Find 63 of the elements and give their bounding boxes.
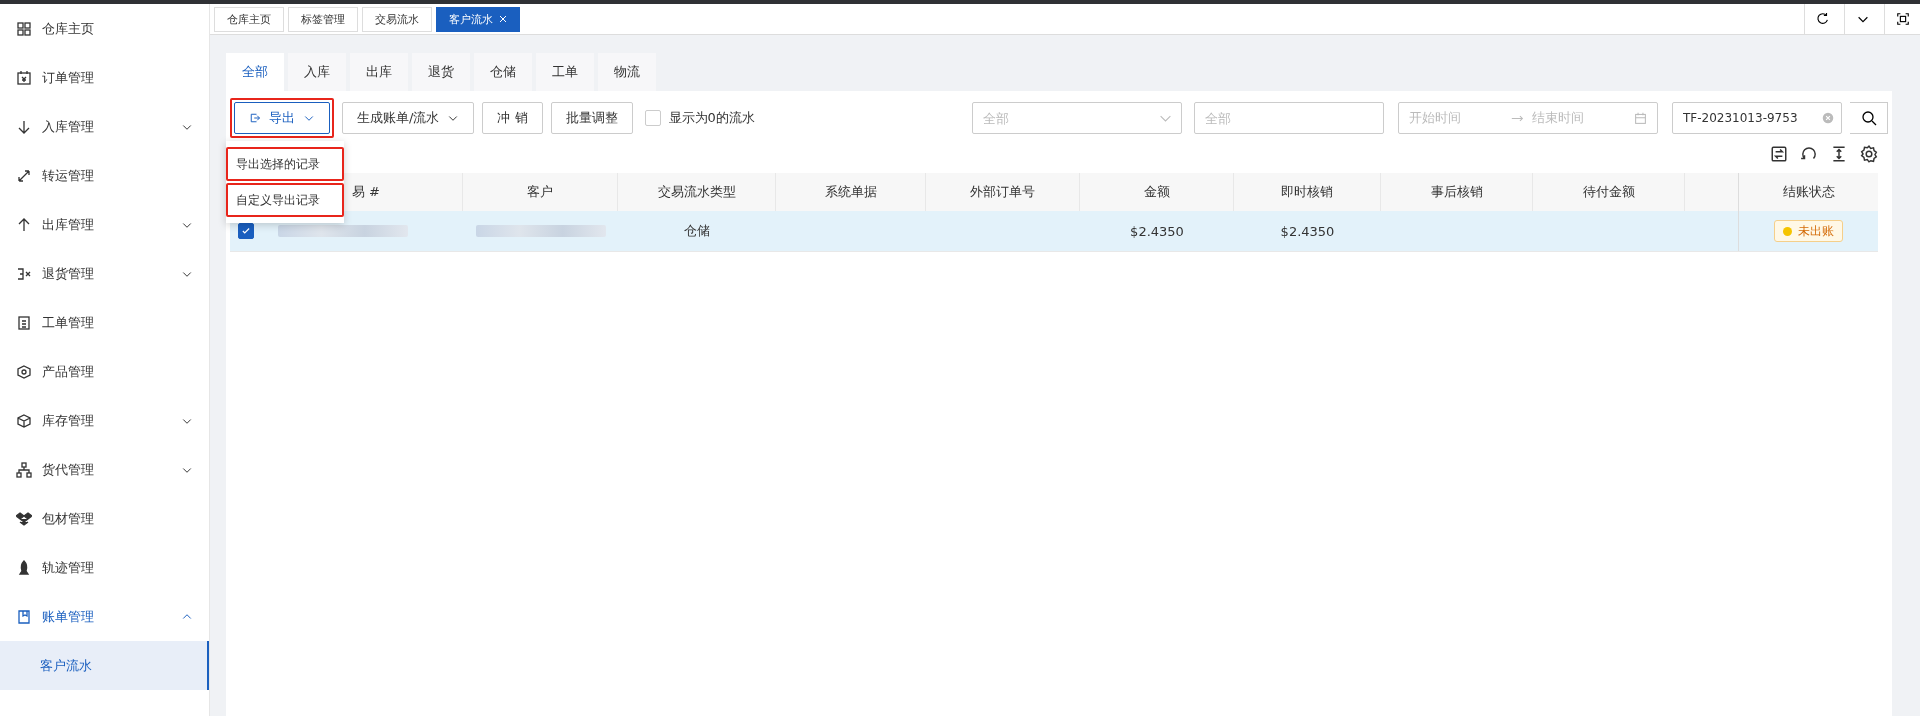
toolbar-button[interactable]: 批量调整 [550,102,633,134]
sidebar-item[interactable]: 货代管理 [0,445,209,494]
check-icon [241,226,251,236]
arrow-down-icon [16,118,32,135]
toolbar-button[interactable]: 冲 销 [482,102,543,134]
page-tab[interactable]: 仓库主页 [214,6,284,32]
page-tab[interactable]: 交易流水 [362,6,432,32]
sidebar-item[interactable]: 转运管理 [0,151,209,200]
page-tab[interactable]: 标签管理 [288,6,358,32]
fullscreen-icon[interactable] [1895,12,1910,26]
toolbar-button[interactable]: 生成账单/流水 [342,102,475,134]
sidebar-item[interactable]: 轨迹管理 [0,543,209,592]
sidebar-item[interactable]: 订单管理 [0,53,209,102]
refresh-icon[interactable] [1815,12,1830,26]
box-icon [16,412,32,429]
clear-icon [1822,112,1834,124]
swap-icon[interactable] [1770,145,1788,163]
page-tab[interactable]: 客户流水 [436,6,520,32]
category-tab[interactable]: 退货 [412,53,470,91]
search-field[interactable]: TF-20231013-9753 [1672,102,1842,134]
return-icon [16,265,32,282]
sidebar-item[interactable]: 入库管理 [0,102,209,151]
sidebar-item[interactable]: 出库管理 [0,200,209,249]
table-cell-text: $2.4350 [1279,222,1336,241]
calendar-icon [16,69,32,86]
document-icon [16,314,32,331]
input-field[interactable]: 全部 [1194,102,1384,134]
export-button[interactable]: 导出 [234,102,330,134]
category-tab[interactable]: 全部 [226,53,284,91]
hierarchy-icon [16,461,32,478]
row-height-icon[interactable] [1830,145,1848,163]
sidebar-item[interactable]: 仓库主页 [0,4,209,53]
checkbox-label: 显示为0的流水 [668,109,755,127]
sidebar-item[interactable]: 账单管理 [0,592,209,641]
arrow-up-icon [16,216,32,233]
select-field[interactable]: 全部 [972,102,1182,134]
table-cell-text: 仓储 [683,222,711,240]
package-icon [16,510,32,527]
category-tab[interactable]: 仓储 [474,53,532,91]
category-tab[interactable]: 物流 [598,53,656,91]
table-cell-text: $2.4350 [1129,222,1185,241]
export-icon [249,112,261,124]
category-tab[interactable]: 工单 [536,53,594,91]
bookmark-icon [16,608,32,625]
status-tag: 未出账 [1774,220,1843,242]
sidebar-subitem[interactable]: 客户流水 [0,641,209,690]
table-row[interactable]: 仓储 $2.4350 $2.4350 未出账 [230,211,1878,252]
settings-icon[interactable] [1860,145,1878,163]
checkbox[interactable] [238,223,254,239]
diagonal-arrows-icon [16,167,32,184]
category-tab[interactable]: 入库 [288,53,346,91]
search-icon[interactable] [1860,110,1877,126]
cube-icon [16,363,32,380]
sidebar-item[interactable]: 库存管理 [0,396,209,445]
sidebar-item[interactable]: 包材管理 [0,494,209,543]
sidebar-item[interactable]: 工单管理 [0,298,209,347]
sidebar-item[interactable]: 产品管理 [0,347,209,396]
grid-icon [16,20,32,37]
close-icon [499,15,507,23]
rocket-icon [16,559,32,576]
sidebar-item[interactable]: 退货管理 [0,249,209,298]
calendar-icon [1634,111,1647,125]
category-tab[interactable]: 出库 [350,53,408,91]
